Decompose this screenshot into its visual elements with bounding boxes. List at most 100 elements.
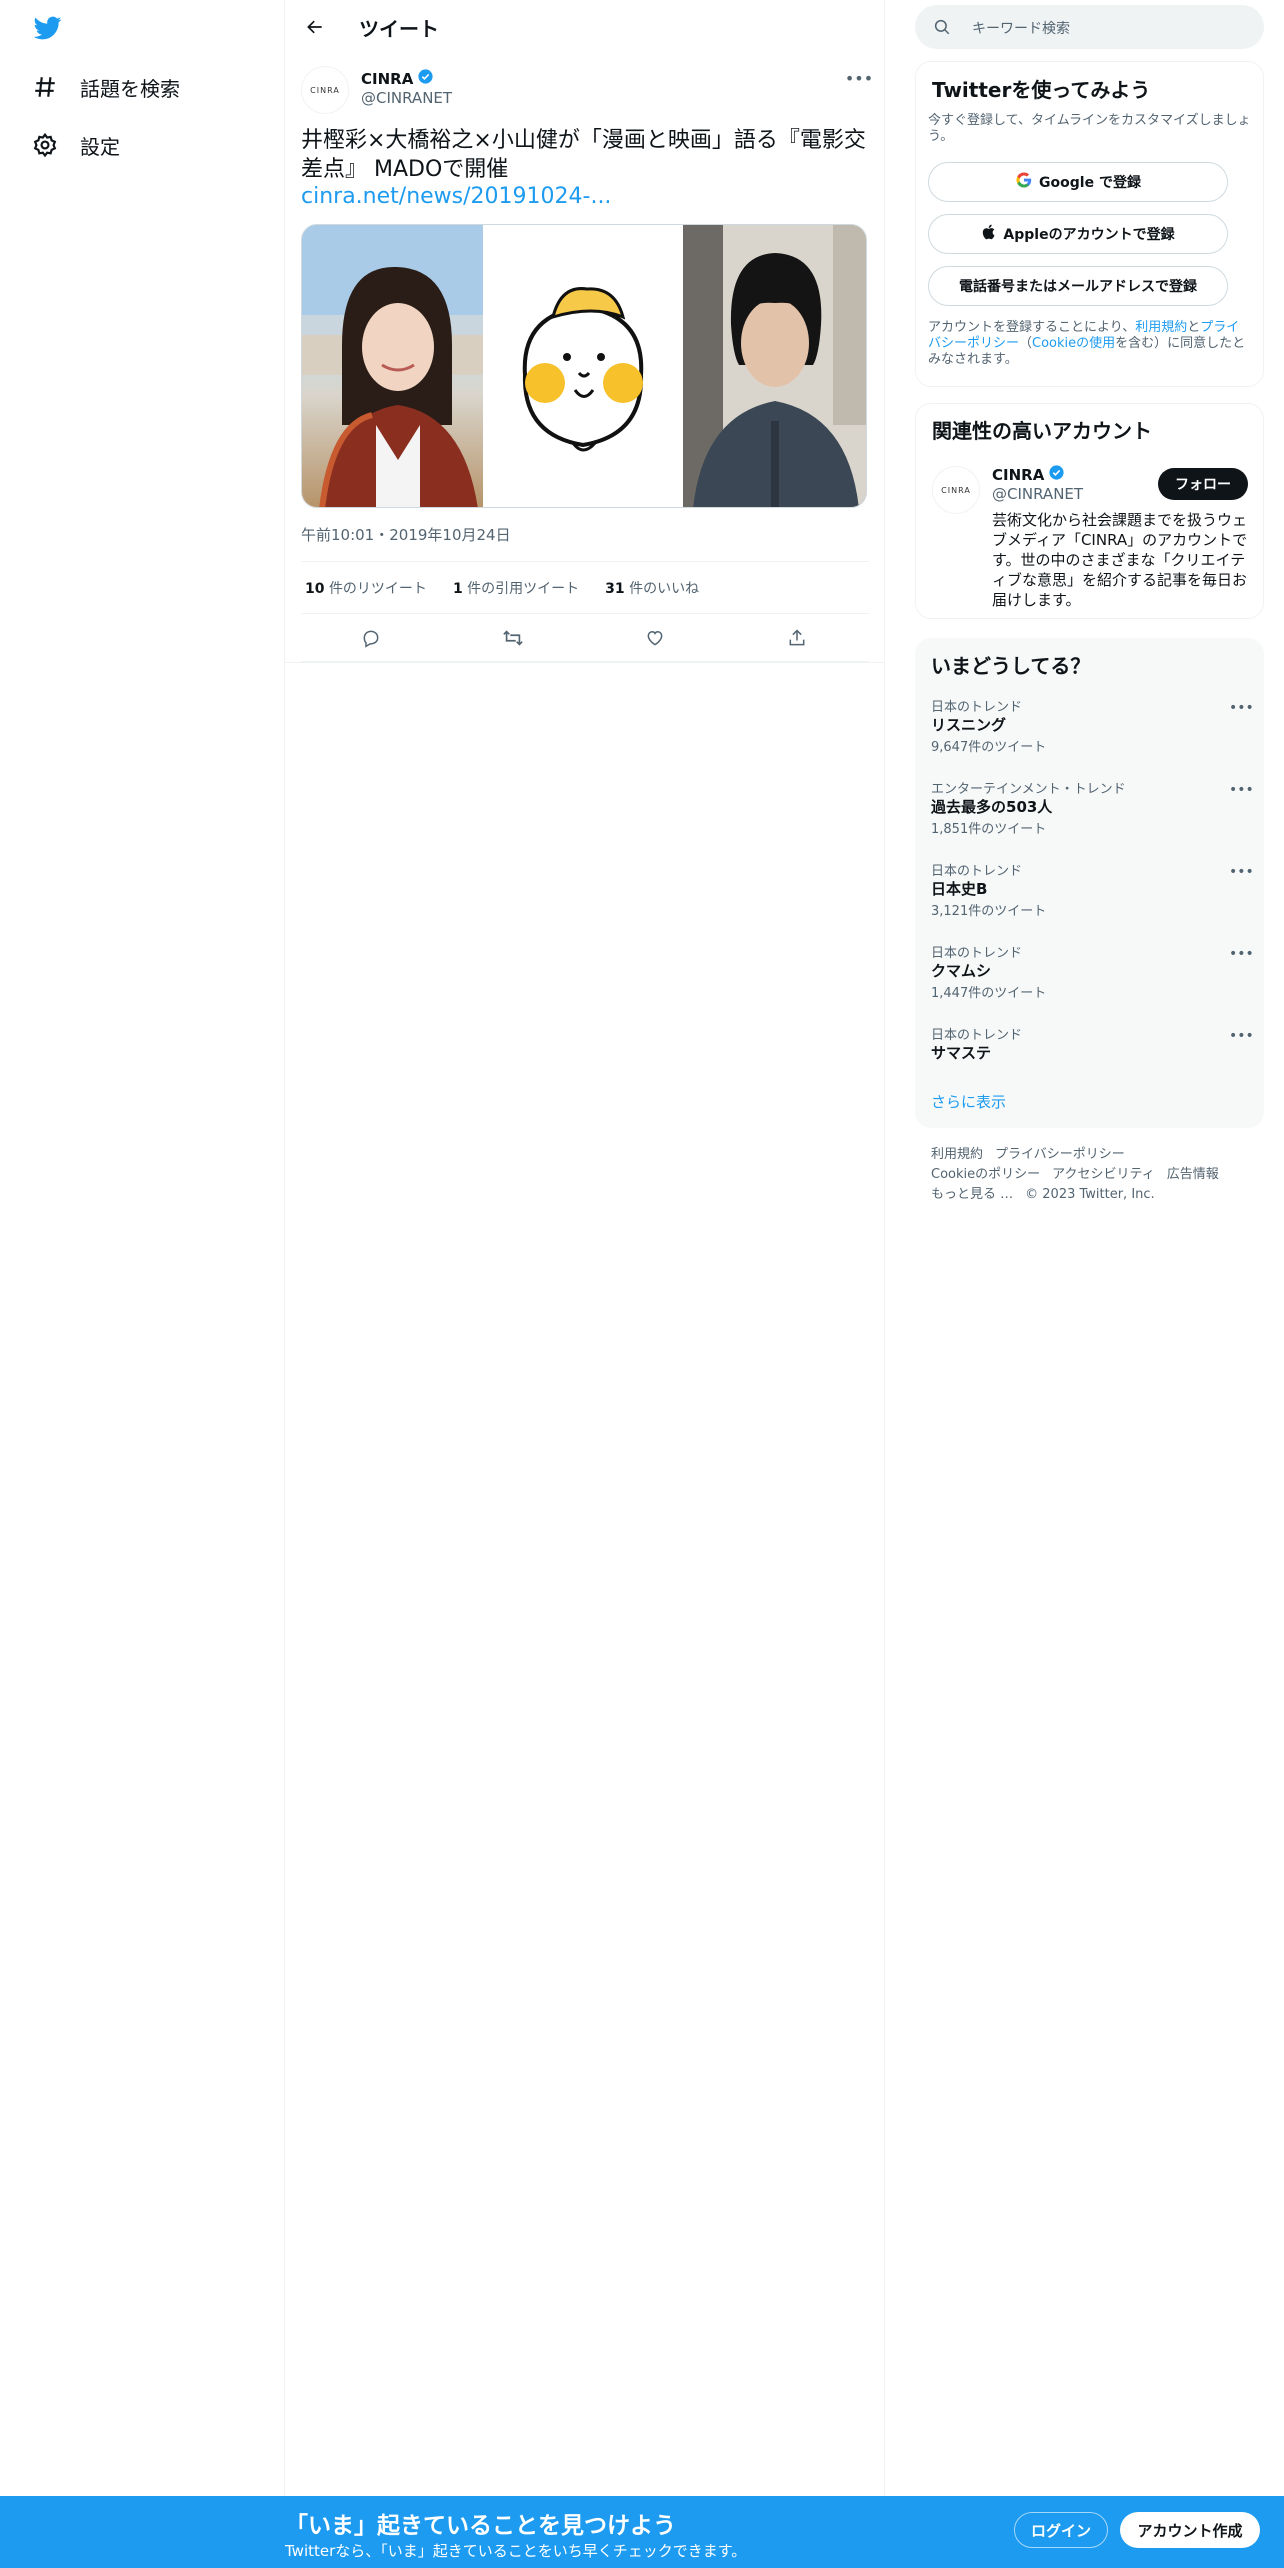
author-name-text: CINRA: [361, 69, 414, 88]
divider: [285, 662, 885, 663]
trend-more-icon[interactable]: •••: [1229, 1028, 1254, 1044]
related-accounts-card: 関連性の高いアカウント CINRA CINRA @CINRANET フォロー 芸…: [915, 403, 1264, 619]
retweets-count: 10: [305, 580, 325, 597]
trend-item[interactable]: 日本のトレンド 日本史B 3,121件のツイート •••: [915, 860, 1264, 942]
trend-name: リスニング: [931, 716, 1007, 734]
top-bar: ツイート: [285, 0, 885, 53]
trend-name: クマムシ: [931, 962, 992, 980]
related-handle[interactable]: @CINRANET: [992, 485, 1083, 503]
follow-button[interactable]: フォロー: [1158, 468, 1248, 500]
verified-badge-icon: [417, 68, 434, 89]
retweet-icon[interactable]: [501, 626, 525, 650]
media-photo-woman: [302, 225, 483, 507]
google-icon: [1015, 171, 1033, 193]
phone-signup-label: 電話番号またはメールアドレスで登録: [959, 279, 1197, 295]
retweets-label: 件のリツイート: [328, 580, 427, 597]
related-avatar-text: CINRA: [941, 485, 971, 495]
footer-more-link[interactable]: もっと見る …: [931, 1187, 1013, 1202]
trend-more-icon[interactable]: •••: [1229, 864, 1254, 880]
tweet-media[interactable]: [301, 224, 867, 508]
trend-item[interactable]: 日本のトレンド リスニング 9,647件のツイート •••: [915, 696, 1264, 778]
footer-cookie-link[interactable]: Cookieのポリシー: [931, 1167, 1040, 1182]
more-options-icon[interactable]: •••: [845, 66, 873, 90]
related-avatar[interactable]: CINRA: [932, 466, 980, 514]
likes-label: 件のいいね: [629, 580, 700, 597]
nav-explore-label: 話題を検索: [80, 76, 180, 101]
cookie-link[interactable]: Cookieの使用: [1032, 336, 1115, 351]
login-button[interactable]: ログイン: [1014, 2512, 1108, 2548]
hashtag-icon: [30, 72, 60, 102]
trend-name: 過去最多の503人: [931, 798, 1053, 816]
media-illustration: [483, 225, 683, 507]
verified-badge-icon: [1048, 464, 1065, 485]
nav-explore[interactable]: 話題を検索: [30, 65, 180, 109]
signup-card: Twitterを使ってみよう 今すぐ登録して、タイムラインをカスタマイズしましょ…: [915, 61, 1264, 387]
main-column: ツイート CINRA CINRA @CINRANET ••• 井樫彩×大橋裕之×…: [285, 0, 885, 2568]
trend-count: 3,121件のツイート: [931, 904, 1047, 919]
trend-more-icon[interactable]: •••: [1229, 946, 1254, 962]
signup-banner: 「いま」起きていることを見つけよう Twitterなら、「いま」起きていることを…: [0, 2496, 1284, 2568]
likes-stat[interactable]: 31 件のいいね: [605, 578, 699, 598]
tweet-actions: [301, 614, 869, 662]
left-navigation: 話題を検索 設定: [0, 0, 285, 2568]
quotes-count: 1: [452, 580, 463, 597]
footer-privacy-link[interactable]: プライバシーポリシー: [995, 1147, 1125, 1162]
media-photo-man: [683, 225, 866, 507]
author-name[interactable]: CINRA: [361, 68, 434, 89]
trend-category: エンターテインメント・トレンド: [931, 782, 1126, 797]
trend-category: 日本のトレンド: [931, 1028, 1023, 1043]
footer-ads-link[interactable]: 広告情報: [1167, 1167, 1219, 1182]
terms-prefix: アカウントを登録することにより、: [928, 320, 1136, 335]
trend-category: 日本のトレンド: [931, 864, 1023, 879]
signup-description: 今すぐ登録して、タイムラインをカスタマイズしましょう。: [928, 113, 1251, 144]
cookie-open: （: [1019, 336, 1033, 351]
apple-signup-button[interactable]: Appleのアカウントで登録: [928, 214, 1228, 254]
google-signup-label: Google で登録: [1039, 175, 1141, 191]
trend-category: 日本のトレンド: [931, 700, 1023, 715]
like-icon[interactable]: [643, 626, 667, 650]
related-name-text: CINRA: [992, 465, 1045, 484]
show-more-link[interactable]: さらに表示: [931, 1091, 1006, 1112]
banner-subtitle: Twitterなら、「いま」起きていることをいち早くチェックできます。: [285, 2542, 747, 2560]
share-icon[interactable]: [785, 626, 809, 650]
related-title: 関連性の高いアカウント: [932, 419, 1152, 443]
back-arrow-icon[interactable]: [301, 13, 329, 41]
create-account-button[interactable]: アカウント作成: [1120, 2512, 1260, 2548]
author-avatar[interactable]: CINRA: [301, 66, 349, 114]
search-input[interactable]: キーワード検索: [915, 5, 1264, 49]
trends-title: いまどうしてる？: [931, 654, 1091, 678]
likes-count: 31: [605, 580, 625, 597]
trend-item[interactable]: エンターテインメント・トレンド 過去最多の503人 1,851件のツイート ••…: [915, 778, 1264, 860]
trend-count: 1,851件のツイート: [931, 822, 1047, 837]
trends-card: いまどうしてる？ 日本のトレンド リスニング 9,647件のツイート ••• エ…: [915, 638, 1264, 1128]
terms-link[interactable]: 利用規約: [1135, 320, 1187, 335]
tweet-timestamp[interactable]: 午前10:01・2019年10月24日: [301, 524, 511, 545]
author-handle[interactable]: @CINRANET: [361, 89, 452, 107]
nav-settings[interactable]: 設定: [30, 123, 120, 167]
banner-title: 「いま」起きていることを見つけよう: [285, 2513, 676, 2539]
trend-more-icon[interactable]: •••: [1229, 782, 1254, 798]
trend-name: 日本史B: [931, 880, 988, 898]
signup-terms: アカウントを登録することにより、利用規約とプライバシーポリシー（Cookieの使…: [928, 320, 1250, 368]
footer-accessibility-link[interactable]: アクセシビリティ: [1052, 1167, 1155, 1182]
footer-links: 利用規約 プライバシーポリシー Cookieのポリシー アクセシビリティ 広告情報 も…: [931, 1145, 1251, 1205]
trend-count: 1,447件のツイート: [931, 986, 1047, 1001]
gear-icon: [30, 130, 60, 160]
author-avatar-text: CINRA: [310, 85, 340, 95]
footer-terms-link[interactable]: 利用規約: [931, 1147, 983, 1162]
search-icon: [933, 18, 951, 40]
trend-category: 日本のトレンド: [931, 946, 1023, 961]
phone-email-signup-button[interactable]: 電話番号またはメールアドレスで登録: [928, 266, 1228, 306]
google-signup-button[interactable]: Google で登録: [928, 162, 1228, 202]
quotes-label: 件の引用ツイート: [467, 580, 580, 597]
related-name[interactable]: CINRA: [992, 464, 1065, 485]
quotes-stat[interactable]: 1 件の引用ツイート: [453, 578, 579, 598]
retweets-stat[interactable]: 10 件のリツイート: [305, 578, 427, 598]
twitter-logo-icon[interactable]: [32, 14, 64, 42]
search-placeholder: キーワード検索: [972, 21, 1070, 37]
reply-icon[interactable]: [359, 626, 383, 650]
tweet-link[interactable]: cinra.net/news/20191024-...: [301, 184, 611, 209]
trend-more-icon[interactable]: •••: [1229, 700, 1254, 716]
related-bio: 芸術文化から社会課題までを扱うウェブメディア「CINRA」のアカウントです。世の…: [992, 511, 1248, 609]
trend-item[interactable]: 日本のトレンド クマムシ 1,447件のツイート •••: [915, 942, 1264, 1024]
